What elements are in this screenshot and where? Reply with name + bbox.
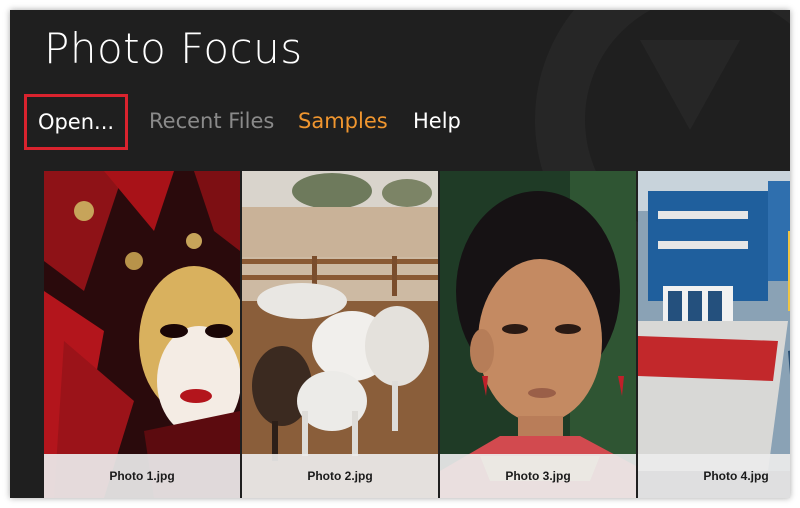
photo-caption: Photo 1.jpg xyxy=(44,454,240,498)
photo-tile-1[interactable]: Photo 1.jpg xyxy=(44,171,240,498)
nav-samples[interactable]: Samples xyxy=(298,94,388,148)
nav-open-button[interactable]: Open... xyxy=(24,94,128,150)
photo-1-thumbnail xyxy=(44,171,240,498)
nav-recent-files[interactable]: Recent Files xyxy=(149,94,274,148)
photo-caption: Photo 3.jpg xyxy=(440,454,636,498)
photo-4-thumbnail xyxy=(638,171,790,498)
photo-tile-4[interactable]: Photo 4.jpg xyxy=(638,171,790,498)
photo-tile-3[interactable]: Photo 3.jpg xyxy=(440,171,636,498)
app-title: Photo Focus xyxy=(44,24,303,73)
app-window: Photo Focus Open... Recent Files Samples… xyxy=(10,10,790,498)
photo-gallery: Photo 1.jpg Photo 2.jpg Photo 3.jpg Phot… xyxy=(44,171,790,498)
photo-tile-2[interactable]: Photo 2.jpg xyxy=(242,171,438,498)
photo-caption: Photo 2.jpg xyxy=(242,454,438,498)
photo-2-thumbnail xyxy=(242,171,438,498)
photo-caption: Photo 4.jpg xyxy=(638,454,790,498)
nav-help[interactable]: Help xyxy=(413,94,461,148)
photo-3-thumbnail xyxy=(440,171,636,498)
